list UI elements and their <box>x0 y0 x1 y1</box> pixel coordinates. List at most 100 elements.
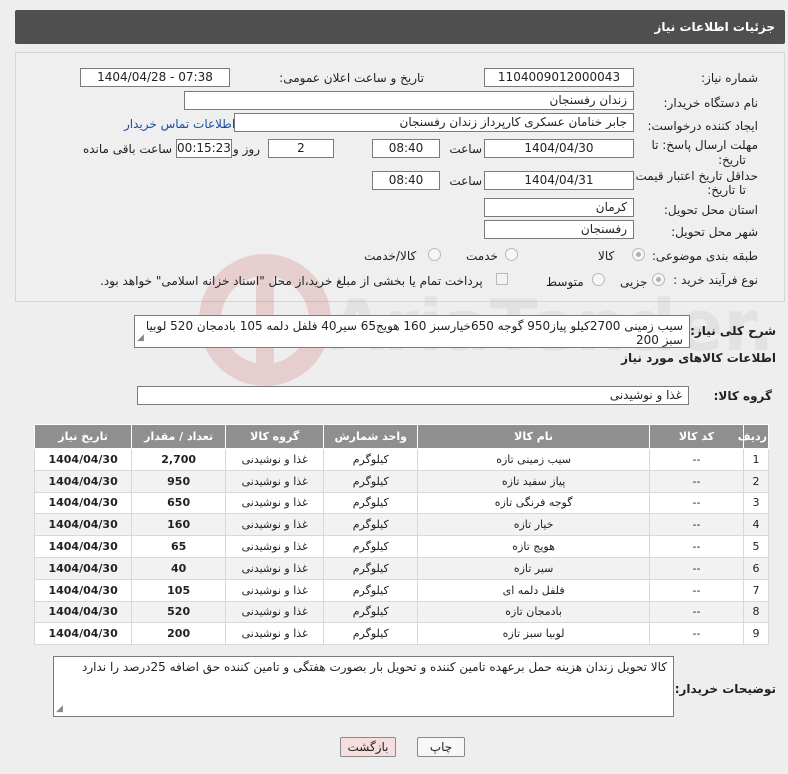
remaining-time-field[interactable]: 00:15:23 <box>176 139 232 158</box>
column-header-group: گروه کالا <box>225 424 325 449</box>
deadline-label: مهلت ارسال پاسخ: تا <box>651 138 758 152</box>
cell-date: 1404/04/30 <box>33 556 133 580</box>
price-validity-date-field[interactable]: 1404/04/31 <box>484 171 634 190</box>
buyer-org-field[interactable]: زندان رفسنجان <box>184 91 634 110</box>
column-header-quantity: تعداد / مقدار <box>131 424 227 449</box>
table-row[interactable]: 2 -- پیاز سفید تازه کیلوگرم غذا و نوشیدن… <box>33 469 770 493</box>
column-header-row-num: ردیف <box>738 424 770 449</box>
goods-section-title: اطلاعات کالاهای مورد نیاز <box>621 351 776 365</box>
goods-table-container: ردیف کد کالا نام کالا واحد شمارش گروه کا… <box>33 424 770 646</box>
cell-group: غذا و نوشیدنی <box>225 448 325 471</box>
price-validity-time-field[interactable]: 08:40 <box>372 171 440 190</box>
remaining-time-label: ساعت باقی مانده <box>82 142 172 156</box>
cell-date: 1404/04/30 <box>33 600 133 624</box>
cell-group: غذا و نوشیدنی <box>225 556 325 580</box>
column-header-date: تاریخ نیاز <box>33 424 133 449</box>
buyer-notes-textarea[interactable]: کالا تحویل زندان هزینه حمل برعهده تامین … <box>53 656 674 717</box>
cell-group: غذا و نوشیدنی <box>225 513 325 537</box>
cell-group: غذا و نوشیدنی <box>225 535 325 558</box>
cell-unit: کیلوگرم <box>323 469 419 493</box>
goods-group-label: گروه کالا: <box>713 389 772 403</box>
back-button[interactable]: بازگشت <box>340 737 396 757</box>
announce-field[interactable]: 1404/04/28 - 07:38 <box>80 68 230 87</box>
resize-handle-icon[interactable]: ◢ <box>56 704 63 714</box>
cell-code: -- <box>649 448 744 471</box>
city-field[interactable]: رفسنجان <box>484 220 634 239</box>
table-row[interactable]: 4 -- خیار تازه کیلوگرم غذا و نوشیدنی 160… <box>33 513 770 537</box>
treasury-payment-checkbox[interactable] <box>496 273 508 285</box>
cell-unit: کیلوگرم <box>323 448 419 471</box>
cell-code: -- <box>649 556 744 580</box>
cell-row-num: 1 <box>742 448 770 471</box>
cell-row-num: 3 <box>742 491 770 515</box>
goods-group-field[interactable]: غذا و نوشیدنی <box>137 386 689 405</box>
deadline-date-field[interactable]: 1404/04/30 <box>484 139 634 158</box>
description-text: سیب زمینی 2700کیلو پیاز950 گوجه 650خیارس… <box>145 319 683 347</box>
cell-row-num: 6 <box>742 556 770 580</box>
deadline-time-label: ساعت <box>449 142 482 156</box>
goods-table-body: 1 -- سیب زمینی تازه کیلوگرم غذا و نوشیدن… <box>33 448 770 646</box>
cell-name: گوجه فرنگی تازه <box>417 491 650 515</box>
days-remaining-field[interactable]: 2 <box>268 139 334 158</box>
table-row[interactable]: 3 -- گوجه فرنگی تازه کیلوگرم غذا و نوشید… <box>33 491 770 515</box>
cell-unit: کیلوگرم <box>323 535 419 558</box>
requester-field[interactable]: جابر خنامان عسکری کارپرداز زندان رفسنجان <box>234 113 634 132</box>
table-row[interactable]: 8 -- بادمجان تازه کیلوگرم غذا و نوشیدنی … <box>33 600 770 624</box>
cell-unit: کیلوگرم <box>323 600 419 624</box>
cell-row-num: 2 <box>742 469 770 493</box>
process-label: نوع فرآیند خرید : <box>673 273 758 287</box>
cell-group: غذا و نوشیدنی <box>225 491 325 515</box>
table-row[interactable]: 5 -- هویج تازه کیلوگرم غذا و نوشیدنی 65 … <box>33 535 770 558</box>
city-label: شهر محل تحویل: <box>671 225 758 239</box>
cell-row-num: 4 <box>742 513 770 537</box>
cell-unit: کیلوگرم <box>323 491 419 515</box>
cell-name: سیر تازه <box>417 556 650 580</box>
cell-name: هویج تازه <box>417 535 650 558</box>
buyer-contact-link[interactable]: اطلاعات تماس خریدار <box>124 117 235 131</box>
table-row[interactable]: 9 -- لوبیا سبز تازه کیلوگرم غذا و نوشیدن… <box>33 622 770 646</box>
page-title: جزئیات اطلاعات نیاز <box>654 20 775 34</box>
deadline-label-2: تاریخ: <box>718 153 746 167</box>
buyer-notes-text: کالا تحویل زندان هزینه حمل برعهده تامین … <box>82 660 667 674</box>
column-header-code: کد کالا <box>649 424 744 449</box>
cell-quantity: 200 <box>131 622 227 646</box>
category-option-service: خدمت <box>466 249 498 263</box>
cell-row-num: 7 <box>742 578 770 602</box>
category-option-goods: کالا <box>598 249 615 263</box>
cell-group: غذا و نوشیدنی <box>225 469 325 493</box>
cell-name: خیار تازه <box>417 513 650 537</box>
table-row[interactable]: 1 -- سیب زمینی تازه کیلوگرم غذا و نوشیدن… <box>33 448 770 471</box>
price-validity-time-label: ساعت <box>449 174 482 188</box>
process-radio-minor[interactable] <box>652 273 665 286</box>
print-button[interactable]: چاپ <box>417 737 465 757</box>
category-radio-goods[interactable] <box>632 248 645 261</box>
province-label: استان محل تحویل: <box>663 203 758 217</box>
cell-quantity: 650 <box>131 491 227 515</box>
page-header: جزئیات اطلاعات نیاز <box>15 10 785 44</box>
description-textarea[interactable]: سیب زمینی 2700کیلو پیاز950 گوجه 650خیارس… <box>134 315 690 348</box>
process-radio-medium[interactable] <box>592 273 605 286</box>
deadline-time-field[interactable]: 08:40 <box>372 139 440 158</box>
category-radio-goods-service[interactable] <box>428 248 441 261</box>
province-field[interactable]: کرمان <box>484 198 634 217</box>
category-radio-service[interactable] <box>505 248 518 261</box>
cell-row-num: 9 <box>742 622 770 646</box>
price-validity-label: حداقل تاریخ اعتبار قیمت: <box>631 169 758 183</box>
cell-quantity: 160 <box>131 513 227 537</box>
column-header-unit: واحد شمارش <box>323 424 419 449</box>
days-label: روز و <box>233 142 260 156</box>
need-number-field[interactable]: 1104009012000043 <box>484 68 634 87</box>
resize-handle-icon[interactable]: ◢ <box>137 331 144 345</box>
category-label: طبقه بندی موضوعی: <box>651 249 758 263</box>
cell-quantity: 105 <box>131 578 227 602</box>
cell-name: سیب زمینی تازه <box>417 448 650 471</box>
table-row[interactable]: 7 -- فلفل دلمه ای کیلوگرم غذا و نوشیدنی … <box>33 578 770 602</box>
cell-quantity: 520 <box>131 600 227 624</box>
buyer-notes-label: توضیحات خریدار: <box>674 682 776 696</box>
cell-code: -- <box>649 578 744 602</box>
cell-name: لوبیا سبز تازه <box>417 622 650 646</box>
table-row[interactable]: 6 -- سیر تازه کیلوگرم غذا و نوشیدنی 40 1… <box>33 556 770 580</box>
cell-quantity: 65 <box>131 535 227 558</box>
cell-quantity: 950 <box>131 469 227 493</box>
description-label: شرح کلی نیاز: <box>690 324 776 338</box>
